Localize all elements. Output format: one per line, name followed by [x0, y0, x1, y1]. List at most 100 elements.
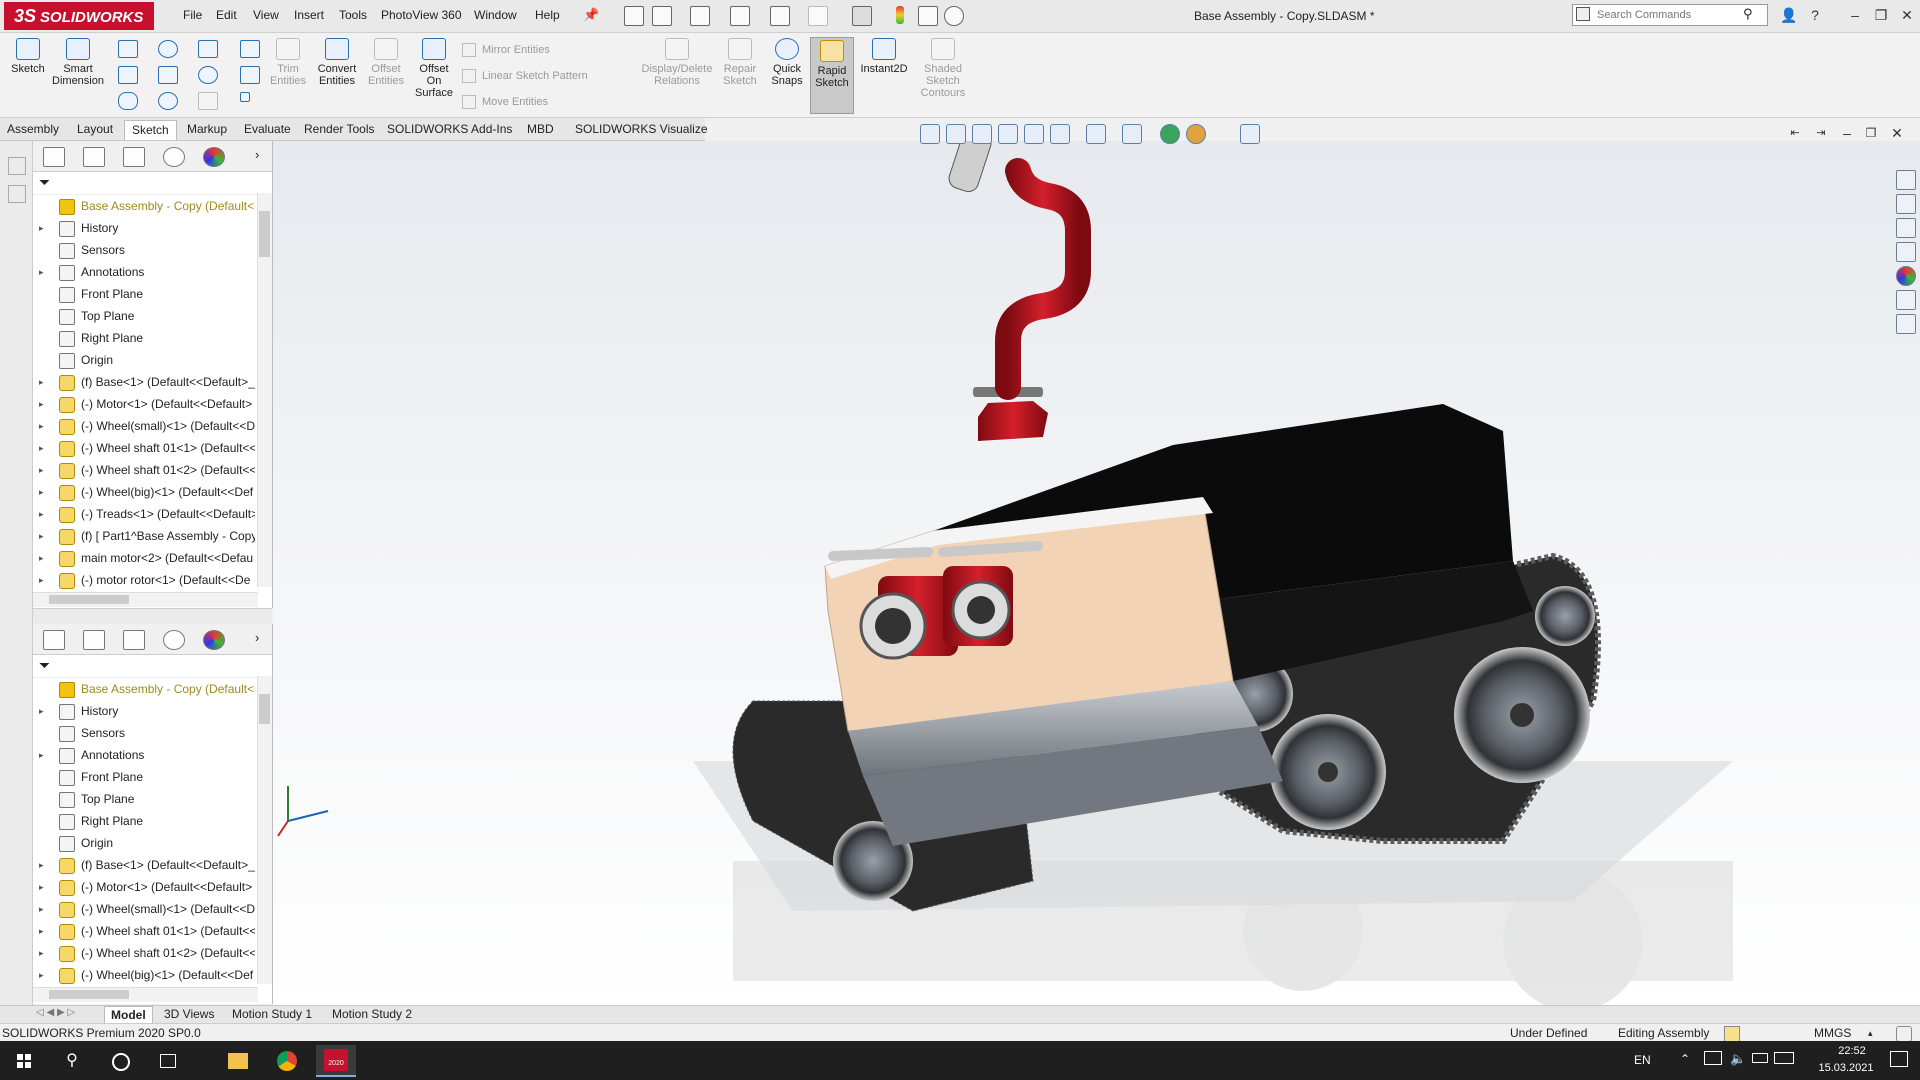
rectangle-icon[interactable] — [118, 66, 138, 84]
tree-horizontal-scrollbar-2[interactable] — [33, 987, 258, 1002]
expand-arrow-icon[interactable]: ▸ — [39, 920, 44, 942]
rebuild-traffic-light-icon[interactable] — [896, 6, 904, 24]
dynamic-annotation-icon[interactable] — [1024, 124, 1044, 144]
minimize-icon[interactable]: – — [1846, 6, 1864, 24]
filter-2-icon[interactable]: ⏷ — [39, 657, 50, 674]
dimxpert-tab-2-icon[interactable] — [163, 630, 185, 650]
feature-tree-item[interactable]: ▸ main motor<2> (Default<<Defau — [33, 547, 255, 569]
expand-arrow-icon[interactable]: ▸ — [39, 569, 44, 591]
feature-tree-item[interactable]: Top Plane — [33, 305, 255, 327]
new-document-icon[interactable] — [652, 6, 672, 26]
feature-tree-item[interactable]: ▸ (-) Treads<1> (Default<<Default> — [33, 503, 255, 525]
feature-tree-bottom-item[interactable]: Front Plane — [33, 766, 255, 788]
feature-tree-bottom-item[interactable]: ▸ Annotations — [33, 744, 255, 766]
view-palette-icon[interactable] — [1896, 242, 1916, 262]
instant2d-button[interactable]: Instant2D — [856, 38, 912, 75]
pin-icon[interactable]: 📌 — [583, 7, 599, 23]
file-properties-icon[interactable] — [918, 6, 938, 26]
menu-window[interactable]: Window — [474, 8, 517, 22]
viewport-close-icon[interactable]: ✕ — [1888, 124, 1906, 142]
spline-icon[interactable] — [198, 40, 218, 58]
feature-tree-item[interactable]: ▸ (-) Wheel shaft 01<1> (Default<< — [33, 437, 255, 459]
expand-arrow-icon[interactable]: ▸ — [39, 854, 44, 876]
expand-arrow-icon[interactable]: ▸ — [39, 217, 44, 239]
options-gear-icon[interactable] — [944, 6, 964, 26]
expand-arrow-icon[interactable]: ▸ — [39, 459, 44, 481]
feature-tree-item[interactable]: Sensors — [33, 239, 255, 261]
design-library-icon[interactable] — [1896, 194, 1916, 214]
expand-arrow-icon[interactable]: ▸ — [39, 393, 44, 415]
expand-arrow-icon[interactable]: ▸ — [39, 898, 44, 920]
search-icon[interactable]: ⚲ — [1743, 6, 1753, 22]
feature-tree-bottom-item[interactable]: ▸ (-) Wheel shaft 01<1> (Default<< — [33, 920, 255, 942]
search-input[interactable] — [1595, 5, 1749, 25]
ellipse-icon[interactable] — [198, 66, 218, 84]
tab-layout[interactable]: Layout — [70, 120, 120, 139]
save-icon[interactable] — [730, 6, 750, 26]
zoom-to-area-icon[interactable] — [946, 124, 966, 144]
tab-sketch[interactable]: Sketch — [124, 120, 177, 140]
menu-view[interactable]: View — [253, 8, 279, 22]
print-icon[interactable] — [770, 6, 790, 26]
tab-solidworks-visualize[interactable]: SOLIDWORKS Visualize — [568, 120, 715, 139]
solidworks-resources-icon[interactable] — [1896, 170, 1916, 190]
viewport-next-icon[interactable]: ⇥ — [1812, 124, 1830, 142]
edit-appearance-icon[interactable] — [1160, 124, 1180, 144]
tray-chevron-icon[interactable]: ⌃ — [1680, 1052, 1690, 1066]
clock-time[interactable]: 22:52 — [1822, 1045, 1882, 1057]
quick-snaps-button[interactable]: Quick Snaps — [761, 38, 813, 87]
scroll-thumb[interactable] — [259, 211, 270, 257]
arc-icon[interactable] — [158, 66, 178, 84]
configuration-manager-tab-icon[interactable] — [123, 147, 145, 167]
start-button[interactable] — [4, 1045, 44, 1077]
feature-tree-bottom-item[interactable]: Origin — [33, 832, 255, 854]
notifications-icon[interactable] — [1890, 1051, 1908, 1067]
tab-assembly[interactable]: Assembly — [0, 120, 66, 139]
menu-insert[interactable]: Insert — [294, 8, 324, 22]
expand-arrow-icon[interactable]: ▸ — [39, 415, 44, 437]
search-scope-icon[interactable] — [1576, 7, 1590, 21]
rapid-sketch-button[interactable]: Rapid Sketch — [810, 37, 854, 114]
help-icon[interactable]: ? — [1806, 6, 1824, 24]
smart-dimension-button[interactable]: Smart Dimension — [52, 38, 104, 87]
hscroll-thumb-2[interactable] — [49, 990, 129, 999]
feature-tree-item[interactable]: ▸ (-) motor rotor<1> (Default<<De — [33, 569, 255, 591]
appearances-icon[interactable] — [1896, 266, 1916, 286]
view-orientation-icon[interactable] — [1050, 124, 1070, 144]
chrome-icon[interactable] — [267, 1045, 307, 1077]
expand-arrow-icon[interactable]: ▸ — [39, 876, 44, 898]
menu-edit[interactable]: Edit — [216, 8, 237, 22]
tab-motion-study-1[interactable]: Motion Study 1 — [226, 1006, 318, 1022]
network-icon[interactable] — [1704, 1051, 1722, 1065]
hscroll-thumb[interactable] — [49, 595, 129, 604]
tab-nav-arrows-icon[interactable]: ◁ ◀ ▶ ▷ — [36, 1007, 75, 1018]
feature-manager-tab-2-icon[interactable] — [43, 630, 65, 650]
feature-tree-bottom-item[interactable]: Top Plane — [33, 788, 255, 810]
search-commands-box[interactable]: ⚲ — [1572, 4, 1768, 26]
scroll-thumb-2[interactable] — [259, 694, 270, 724]
feature-tree-item[interactable]: ▸ (-) Wheel shaft 01<2> (Default<< — [33, 459, 255, 481]
restore-icon[interactable]: ❐ — [1872, 6, 1890, 24]
expand-arrow-icon[interactable]: ▸ — [39, 700, 44, 722]
zoom-to-fit-icon[interactable] — [920, 124, 940, 144]
tab-solidworks-addins[interactable]: SOLIDWORKS Add-Ins — [380, 120, 519, 139]
feature-tree-item[interactable]: ▸ (-) Wheel(small)<1> (Default<<D — [33, 415, 255, 437]
solidworks-taskbar-icon[interactable]: 2020 — [316, 1045, 356, 1077]
expand-arrow-icon[interactable]: ▸ — [39, 481, 44, 503]
expand-arrow-icon[interactable]: ▸ — [39, 942, 44, 964]
tab-render-tools[interactable]: Render Tools — [297, 120, 382, 139]
display-manager-tab-icon[interactable] — [203, 147, 225, 167]
move-entities-button[interactable]: Move Entities — [462, 95, 548, 109]
fillet-icon[interactable] — [198, 92, 218, 110]
home-icon[interactable] — [624, 6, 644, 26]
file-explorer-taskbar-icon[interactable] — [218, 1045, 258, 1077]
feature-tree-bottom-item[interactable]: ▸ History — [33, 700, 255, 722]
assembly-model[interactable] — [273, 141, 1920, 1005]
display-manager-tab-2-icon[interactable] — [203, 630, 225, 650]
tree-horizontal-scrollbar[interactable] — [33, 592, 258, 607]
units-dropdown-icon[interactable]: ▴ — [1868, 1024, 1873, 1042]
expand-arrow-icon[interactable]: ▸ — [39, 547, 44, 569]
previous-view-icon[interactable] — [972, 124, 992, 144]
point-icon[interactable] — [240, 92, 250, 102]
close-icon[interactable]: ✕ — [1898, 6, 1916, 24]
